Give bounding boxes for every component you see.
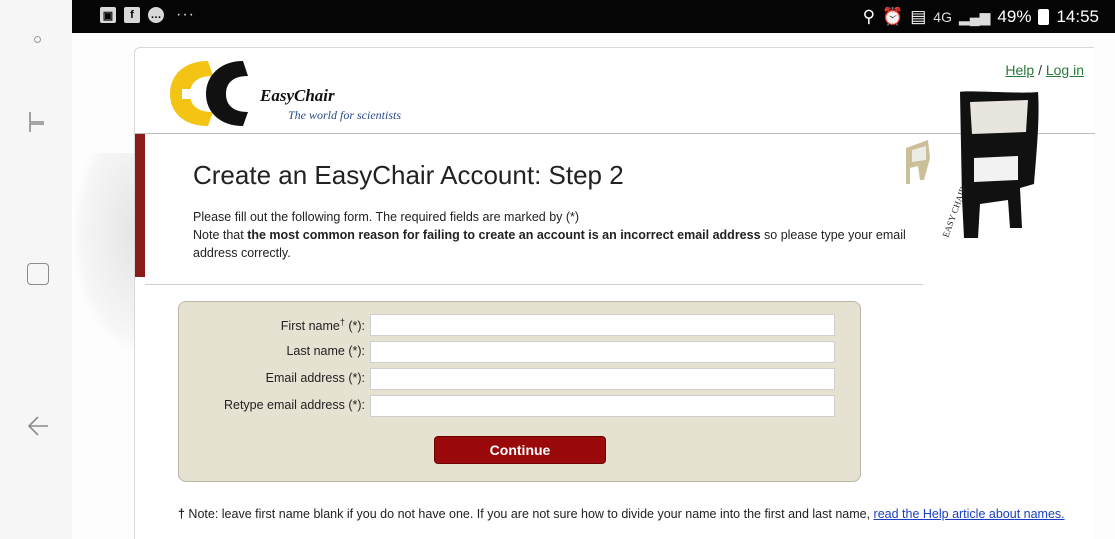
email-label: Email address (*): xyxy=(265,371,365,385)
first-name-row: First name† (*): xyxy=(179,314,862,336)
android-navbar xyxy=(0,0,72,539)
clock: 14:55 xyxy=(1056,7,1099,26)
chat-icon: … xyxy=(148,7,164,23)
battery-icon xyxy=(1038,9,1050,25)
help-link[interactable]: Help xyxy=(1005,62,1034,78)
home-button-icon[interactable] xyxy=(27,263,49,285)
signal-icon: ▂▄▆ xyxy=(958,8,991,25)
footnote-mark: † xyxy=(178,507,185,521)
logo-tagline: The world for scientists xyxy=(288,108,402,122)
browser-content: EasyChair The world for scientists Help … xyxy=(72,33,1115,539)
intro-text: Please fill out the following form. The … xyxy=(193,208,913,262)
intro-note-prefix: Note that xyxy=(193,228,248,242)
email-input[interactable] xyxy=(370,368,835,390)
easychair-logo[interactable]: EasyChair The world for scientists xyxy=(168,56,468,136)
top-links: Help / Log in xyxy=(1005,62,1084,78)
page-title: Create an EasyChair Account: Step 2 xyxy=(193,160,624,190)
screenshot-icon: ▤ xyxy=(910,7,927,26)
footnote: † Note: leave first name blank if you do… xyxy=(178,506,1083,522)
registration-form: First name† (*): Last name (*): Email ad… xyxy=(178,301,861,482)
intro-line-1: Please fill out the following form. The … xyxy=(193,210,580,224)
retype-email-input[interactable] xyxy=(370,395,835,417)
alarm-icon: ⏰ xyxy=(882,7,904,26)
network-type: 4G xyxy=(933,9,952,25)
recent-apps-icon[interactable] xyxy=(26,110,48,134)
last-name-row: Last name (*): xyxy=(179,341,862,363)
back-arrow-icon[interactable] xyxy=(25,413,51,439)
status-left: ▣ f … ··· xyxy=(100,7,195,23)
intro-note-bold: the most common reason for failing to cr… xyxy=(247,228,761,242)
last-name-input[interactable] xyxy=(370,341,835,363)
email-row: Email address (*): xyxy=(179,368,862,390)
login-link[interactable]: Log in xyxy=(1046,62,1084,78)
continue-button[interactable]: Continue xyxy=(434,436,606,464)
footnote-text: Note: leave first name blank if you do n… xyxy=(184,507,874,521)
retype-email-label: Retype email address (*): xyxy=(223,398,365,412)
help-article-link[interactable]: read the Help article about names. xyxy=(874,507,1065,521)
status-right: ⚲ ⏰ ▤ 4G ▂▄▆ 49% 14:55 xyxy=(863,7,1099,27)
last-name-label: Last name (*): xyxy=(286,344,365,358)
image-icon: ▣ xyxy=(100,7,116,23)
location-icon: ⚲ xyxy=(862,7,876,26)
retype-email-row: Retype email address (*): xyxy=(179,395,862,417)
link-separator: / xyxy=(1038,62,1042,78)
easychair-page: EasyChair The world for scientists Help … xyxy=(134,47,1095,539)
title-accent-bar xyxy=(135,134,145,277)
menu-dot-icon[interactable] xyxy=(34,36,41,43)
ec-logo-icon xyxy=(170,61,248,126)
more-icon: ··· xyxy=(176,6,195,23)
status-bar: ▣ f … ··· ⚲ ⏰ ▤ 4G ▂▄▆ 49% 14:55 xyxy=(72,0,1115,33)
first-name-input[interactable] xyxy=(370,314,835,336)
first-name-label: First name† (*): xyxy=(280,317,365,334)
battery-percent: 49% xyxy=(997,7,1032,26)
intro-line-2: Note that the most common reason for fai… xyxy=(193,226,913,262)
logo-name: EasyChair xyxy=(260,86,335,105)
chair-illustration-icon: EASY CHAIR xyxy=(906,91,1039,239)
section-divider xyxy=(145,284,923,285)
facebook-icon: f xyxy=(124,7,140,23)
